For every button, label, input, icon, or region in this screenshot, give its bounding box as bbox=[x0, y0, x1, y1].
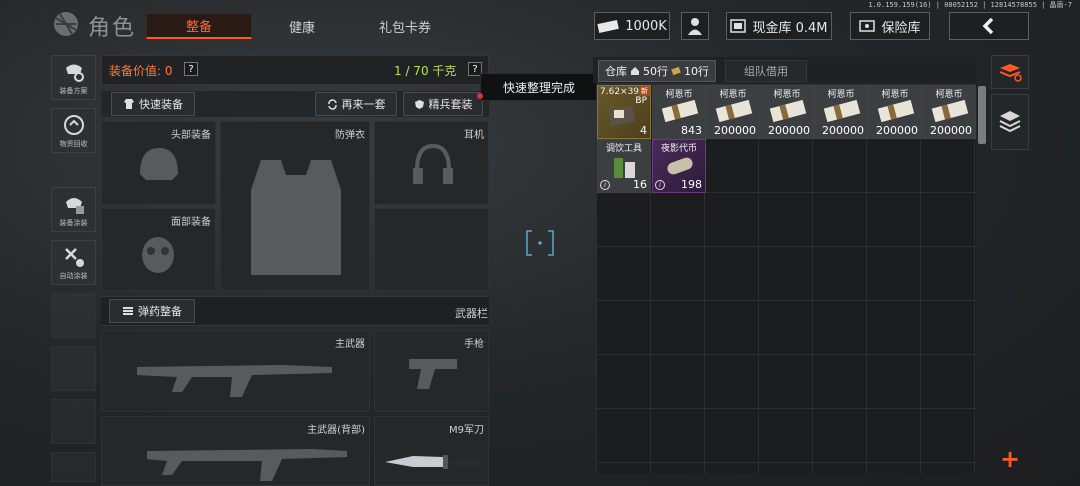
home-icon bbox=[631, 67, 639, 75]
sort-button[interactable] bbox=[991, 55, 1029, 89]
stack-download-icon bbox=[999, 111, 1021, 133]
sidebar-item-recycle[interactable]: 物资回收 bbox=[51, 108, 96, 153]
weight-display: 1 / 70 千克 bbox=[394, 64, 457, 78]
slot-primary-back[interactable]: 主武器(背部) bbox=[101, 416, 370, 486]
slot-head[interactable]: 头部装备 bbox=[101, 121, 216, 205]
warehouse-item-night-token[interactable]: 夜影代币 i 198 bbox=[652, 139, 706, 193]
sidebar-item-loadout[interactable]: 装备方案 bbox=[51, 55, 96, 100]
cash-vault-button[interactable]: 现金库 0.4M bbox=[726, 12, 832, 40]
warehouse-item-coin[interactable]: 柯恩币 200000 bbox=[814, 85, 868, 139]
auto-paint-icon bbox=[64, 248, 84, 267]
elite-set-button[interactable]: 精兵套装 bbox=[403, 92, 483, 116]
headset-icon bbox=[413, 143, 453, 184]
operator-button[interactable] bbox=[681, 12, 709, 40]
add-button[interactable]: + bbox=[991, 444, 1029, 474]
safe-vault-button[interactable]: 保险库 bbox=[850, 12, 930, 40]
storage-button[interactable] bbox=[991, 94, 1029, 150]
slot-pistol[interactable]: 手枪 bbox=[374, 330, 489, 412]
warehouse-item-coin[interactable]: 柯恩币 200000 bbox=[922, 85, 976, 139]
sidebar-empty-slot bbox=[51, 346, 96, 391]
new-badge: 新 bbox=[639, 86, 650, 96]
recycle-icon bbox=[63, 115, 84, 135]
back-button[interactable] bbox=[949, 12, 1029, 40]
slot-face[interactable]: 面部装备 bbox=[101, 208, 216, 291]
cash-bundle-icon bbox=[769, 99, 807, 123]
refresh-icon bbox=[327, 98, 337, 110]
quick-equip-button[interactable]: 快速装备 bbox=[111, 92, 195, 116]
gas-mask-icon bbox=[142, 237, 174, 273]
knife-icon bbox=[385, 455, 482, 469]
vest-icon bbox=[251, 160, 341, 275]
tab-warehouse[interactable]: 仓库 50行 10行 bbox=[598, 60, 716, 82]
cash-bundle-icon bbox=[877, 99, 915, 123]
weapon-bar-label: 武器栏 bbox=[455, 307, 488, 320]
help-icon[interactable]: ? bbox=[184, 62, 198, 76]
warehouse-item-coin[interactable]: 柯恩币 200000 bbox=[760, 85, 814, 139]
sidebar-empty-slot bbox=[51, 452, 96, 482]
equipment-value: 装备价值: 0 bbox=[109, 64, 173, 78]
version-text: 1.0.159.159(16) | 08052152 | 12814578855… bbox=[868, 1, 1072, 9]
loadout-icon bbox=[65, 64, 84, 82]
slot-headset[interactable]: 耳机 bbox=[374, 121, 489, 205]
rifle-icon bbox=[137, 365, 332, 397]
chevron-left-icon bbox=[982, 17, 994, 35]
cash-bundle-icon bbox=[931, 99, 969, 123]
helmet-icon bbox=[140, 148, 178, 180]
slot-empty[interactable] bbox=[374, 208, 489, 291]
layers-sort-icon bbox=[999, 64, 1022, 82]
focus-bracket-icon bbox=[526, 230, 554, 256]
warehouse-item-ammo[interactable]: 7.62×39 BP 新 4 bbox=[597, 85, 651, 139]
cash-bundle-icon bbox=[661, 99, 699, 123]
warehouse-item-drink-tool[interactable]: 调饮工具 i 16 bbox=[597, 139, 651, 193]
cash-stack-icon bbox=[671, 66, 681, 76]
token-roll-icon bbox=[667, 157, 693, 175]
notification-dot bbox=[477, 93, 483, 99]
currency-display[interactable]: 1000K bbox=[594, 12, 670, 40]
slot-knife[interactable]: M9军刀 bbox=[374, 416, 489, 486]
slot-primary-weapon[interactable]: 主武器 bbox=[101, 330, 370, 412]
paint-icon bbox=[65, 198, 84, 214]
tab-health[interactable]: 健康 bbox=[249, 13, 355, 39]
cash-bundle-icon bbox=[823, 99, 861, 123]
sidebar-item-auto-paint[interactable]: 自动涂装 bbox=[51, 240, 96, 285]
character-logo-icon bbox=[54, 12, 78, 36]
page-title: 角色 bbox=[88, 16, 137, 41]
again-button[interactable]: 再来一套 bbox=[315, 92, 397, 116]
warehouse-item-coin[interactable]: 柯恩币 843 bbox=[652, 85, 706, 139]
cash-bundle-icon bbox=[715, 99, 753, 123]
tab-gift-cards[interactable]: 礼包卡券 bbox=[352, 13, 458, 39]
warehouse-item-coin[interactable]: 柯恩币 200000 bbox=[706, 85, 760, 139]
safe-icon bbox=[859, 20, 876, 32]
vault-icon bbox=[730, 19, 747, 33]
ammo-list-icon bbox=[123, 307, 133, 315]
pistol-icon bbox=[409, 359, 457, 389]
cash-icon bbox=[597, 20, 620, 33]
shield-icon bbox=[414, 99, 424, 109]
rifle-back-icon bbox=[147, 449, 347, 481]
tab-team-borrow[interactable]: 组队借用 bbox=[725, 60, 807, 82]
warehouse-item-coin[interactable]: 柯恩币 200000 bbox=[868, 85, 922, 139]
warehouse-scrollbar[interactable] bbox=[978, 86, 986, 144]
sidebar-item-paint[interactable]: 装备涂装 bbox=[51, 187, 96, 232]
toast-message: 快速整理完成 bbox=[480, 73, 598, 101]
shirt-icon bbox=[124, 99, 134, 109]
ammo-box-icon bbox=[608, 106, 636, 126]
tab-equipment[interactable]: 整备 bbox=[146, 13, 252, 39]
slot-armor[interactable]: 防弹衣 bbox=[220, 121, 370, 291]
sidebar-empty-slot bbox=[51, 293, 96, 338]
sidebar-empty-slot bbox=[51, 399, 96, 444]
ammo-prep-button[interactable]: 弹药整备 bbox=[109, 299, 195, 323]
operator-avatar-icon bbox=[688, 18, 702, 35]
